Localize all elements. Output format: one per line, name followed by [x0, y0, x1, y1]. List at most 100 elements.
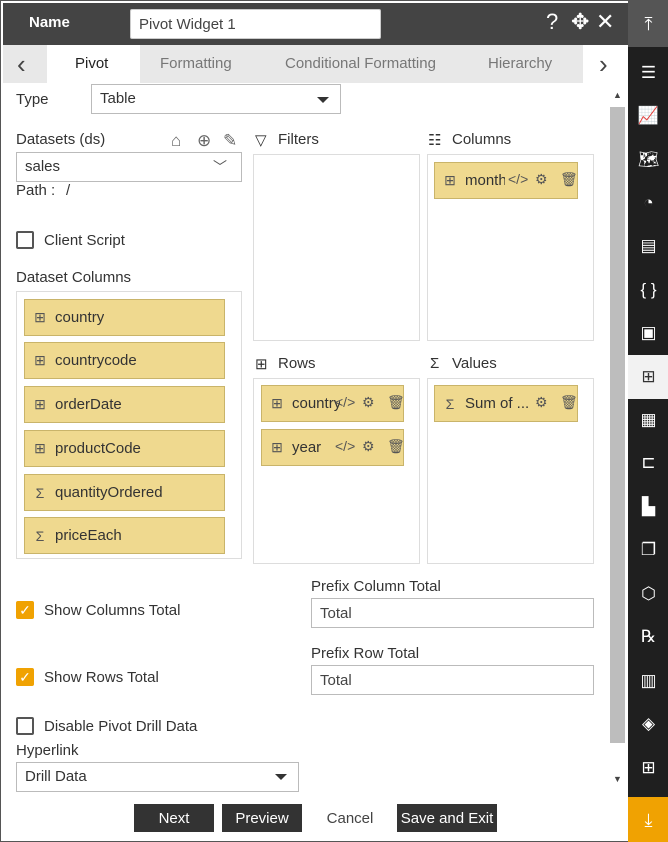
type-select[interactable]: Table — [91, 84, 341, 114]
pivot-widget-dialog: Name Pivot Widget 1 ? ✥ ✕ ‹ Pivot Format… — [0, 0, 668, 842]
trash-icon[interactable]: 🗑 — [560, 171, 578, 188]
name-label: Name — [29, 14, 70, 31]
cancel-button[interactable]: Cancel — [310, 804, 390, 832]
code-braces-icon[interactable]: { } — [628, 268, 668, 312]
code-icon[interactable]: </> — [335, 438, 355, 454]
table-icon: ⊞ — [34, 352, 46, 368]
chevron-down-icon — [317, 97, 329, 103]
rows-item[interactable]: ⊞ year </> ⚙ 🗑 — [261, 429, 405, 466]
dataset-columns-label: Dataset Columns — [16, 269, 132, 286]
pivot-table-icon[interactable]: ⊞ — [628, 355, 668, 399]
tab-formatting[interactable]: Formatting — [160, 55, 232, 72]
help-icon[interactable]: ? — [546, 11, 558, 33]
scroll-down-icon[interactable]: ▼ — [613, 774, 622, 784]
map-icon[interactable]: 🗺 — [628, 138, 668, 182]
save-and-exit-button[interactable]: Save and Exit — [397, 804, 497, 832]
trash-icon[interactable]: 🗑 — [387, 438, 405, 455]
widget-name-input[interactable]: Pivot Widget 1 — [130, 9, 381, 39]
show-rows-total-label: Show Rows Total — [44, 669, 159, 686]
prefix-row-total-input[interactable]: Total — [311, 665, 594, 695]
dataset-select[interactable]: sales ﹀ — [16, 152, 242, 182]
line-chart-icon[interactable]: 📈 — [628, 94, 668, 138]
add-circle-icon[interactable]: ⊕ — [197, 131, 211, 151]
columns-item[interactable]: ⊞ month </> ⚙ 🗑 — [434, 162, 578, 199]
scroll-up-icon[interactable]: ▲ — [613, 90, 622, 100]
download-icon[interactable]: ⤓ — [628, 797, 668, 842]
document-icon[interactable]: ▤ — [628, 224, 668, 268]
dataset-column-item[interactable]: ΣquantityOrdered — [24, 474, 225, 511]
filters-label: Filters — [278, 131, 319, 148]
values-label: Values — [452, 355, 497, 372]
table-icon: ⊞ — [271, 395, 283, 411]
table-icon: ⊞ — [34, 396, 46, 412]
column-label: orderDate — [55, 396, 122, 413]
collapse-top-icon[interactable]: ⤒ — [628, 1, 668, 47]
code-icon[interactable]: </> — [335, 394, 355, 410]
home-icon[interactable]: ⌂ — [171, 131, 181, 151]
prefix-row-total-label: Prefix Row Total — [311, 645, 420, 662]
image-icon[interactable]: ▣ — [628, 311, 668, 355]
dataset-column-item[interactable]: ⊞ countrycode — [24, 342, 225, 379]
prefix-column-total-input[interactable]: Total — [311, 598, 594, 628]
tab-pivot[interactable]: Pivot — [75, 55, 108, 72]
columns-label: Columns — [452, 131, 512, 148]
edit-icon[interactable]: ✎ — [223, 131, 237, 151]
path-label: Path : — [16, 182, 56, 199]
tree-icon[interactable]: ⊏ — [628, 441, 668, 485]
client-script-label: Client Script — [44, 232, 125, 249]
tab-conditional-formatting[interactable]: Conditional Formatting — [285, 55, 436, 72]
rows-item[interactable]: ⊞ country </> ⚙ 🗑 — [261, 385, 405, 422]
chevron-down-icon — [275, 774, 287, 780]
code-icon[interactable]: </> — [508, 171, 528, 187]
next-button[interactable]: Next — [134, 804, 214, 832]
dataset-column-item[interactable]: ΣpriceEach — [24, 517, 225, 554]
values-item[interactable]: Σ Sum of ... ⚙ 🗑 — [434, 385, 578, 422]
bar-chart-icon[interactable]: ▙ — [628, 485, 668, 529]
scrollbar-thumb[interactable] — [610, 107, 625, 743]
add-widget-icon[interactable]: ⊞ — [628, 746, 668, 790]
hyperlink-select[interactable]: Drill Data — [16, 762, 299, 792]
column-label: countrycode — [55, 352, 137, 369]
dataset-column-item[interactable]: ⊞ productCode — [24, 430, 225, 467]
columns-icon: ☷ — [428, 132, 442, 149]
close-icon[interactable]: ✕ — [596, 11, 614, 33]
show-columns-total-label: Show Columns Total — [44, 602, 181, 619]
tab-scroll-left-icon[interactable]: ‹ — [17, 49, 26, 80]
sigma-icon: Σ — [35, 484, 45, 501]
dataset-value: sales — [25, 158, 61, 175]
column-label: quantityOrdered — [55, 484, 163, 501]
rows-icon: ⊞ — [255, 356, 268, 373]
client-script-checkbox[interactable] — [16, 231, 34, 249]
column-label: priceEach — [55, 527, 122, 544]
show-rows-total-checkbox[interactable]: ✓ — [16, 668, 34, 686]
disable-drill-label: Disable Pivot Drill Data — [44, 718, 198, 735]
dataset-column-item[interactable]: ⊞ orderDate — [24, 386, 225, 423]
tab-scroll-right-icon[interactable]: › — [599, 49, 608, 80]
trash-icon[interactable]: 🗑 — [387, 394, 405, 411]
report-icon[interactable]: ▦ — [628, 398, 668, 442]
filters-dropzone[interactable] — [253, 154, 420, 341]
type-label: Type — [16, 91, 49, 108]
row-label: country — [292, 395, 340, 412]
trash-icon[interactable]: 🗑 — [560, 394, 578, 411]
table-icon: ⊞ — [34, 309, 46, 325]
dataset-column-item[interactable]: ⊞ country — [24, 299, 225, 336]
rx-icon[interactable]: ℞ — [628, 615, 668, 659]
gear-icon[interactable]: ⚙ — [535, 171, 548, 188]
disable-drill-checkbox[interactable] — [16, 717, 34, 735]
gear-icon[interactable]: ⚙ — [362, 438, 375, 455]
move-icon[interactable]: ✥ — [571, 11, 589, 33]
list-icon[interactable]: ☰ — [628, 51, 668, 95]
pie-doc-icon[interactable]: ◔ — [628, 181, 668, 225]
cubes-icon[interactable]: ⬡ — [628, 572, 668, 616]
gear-icon[interactable]: ⚙ — [535, 394, 548, 411]
show-columns-total-checkbox[interactable]: ✓ — [16, 601, 34, 619]
tab-bar: ‹ Pivot Formatting Conditional Formattin… — [3, 45, 628, 83]
dialog-header: Name Pivot Widget 1 ? ✥ ✕ — [3, 3, 628, 45]
preview-button[interactable]: Preview — [222, 804, 302, 832]
layers-icon[interactable]: ◈ — [628, 702, 668, 746]
file-list-icon[interactable]: ▥ — [628, 659, 668, 703]
gear-icon[interactable]: ⚙ — [362, 394, 375, 411]
copy-icon[interactable]: ❐ — [628, 528, 668, 572]
tab-hierarchy[interactable]: Hierarchy — [488, 55, 552, 72]
